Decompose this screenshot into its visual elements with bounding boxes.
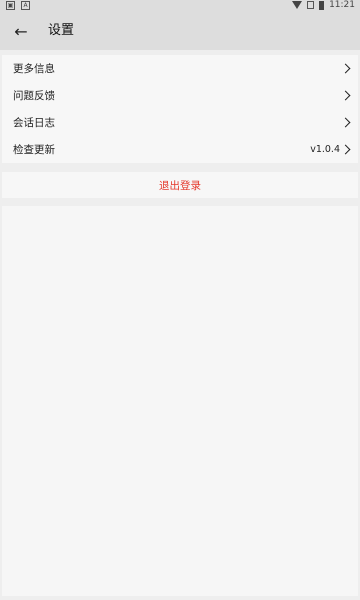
chevron-right-icon: [340, 63, 351, 74]
settings-item-label: 检查更新: [13, 144, 55, 156]
back-button[interactable]: ←: [10, 20, 32, 42]
page-title: 设置: [48, 23, 75, 38]
settings-item-label: 会话日志: [13, 117, 55, 129]
settings-item-more-info[interactable]: 更多信息: [2, 55, 358, 82]
settings-item-feedback[interactable]: 问题反馈: [2, 82, 358, 109]
empty-content-area: [2, 206, 358, 596]
sim-icon: [307, 1, 315, 9]
logout-label: 退出登录: [159, 179, 201, 192]
settings-item-label: 更多信息: [13, 63, 55, 75]
version-text: v1.0.4: [310, 144, 340, 155]
chevron-right-icon: [340, 117, 351, 128]
arrow-left-icon: ←: [14, 21, 28, 41]
a-icon: A: [21, 1, 30, 10]
status-time: 11:21: [329, 0, 355, 10]
app-bar: ← 设置: [0, 12, 360, 50]
settings-item-check-update[interactable]: 检查更新 v1.0.4: [2, 136, 358, 163]
settings-item-session-log[interactable]: 会话日志: [2, 109, 358, 136]
chevron-right-icon: [340, 90, 351, 101]
chevron-right-icon: [340, 144, 351, 155]
settings-item-label: 问题反馈: [13, 90, 55, 102]
logout-button[interactable]: 退出登录: [2, 172, 358, 198]
settings-list: 更多信息 问题反馈 会话日志 检查更新 v1.0.4: [2, 55, 358, 163]
image-icon: ▣: [6, 1, 15, 10]
wifi-icon: [292, 1, 303, 9]
status-bar: ▣ A 11:21: [0, 0, 360, 12]
battery-icon: [319, 0, 325, 10]
